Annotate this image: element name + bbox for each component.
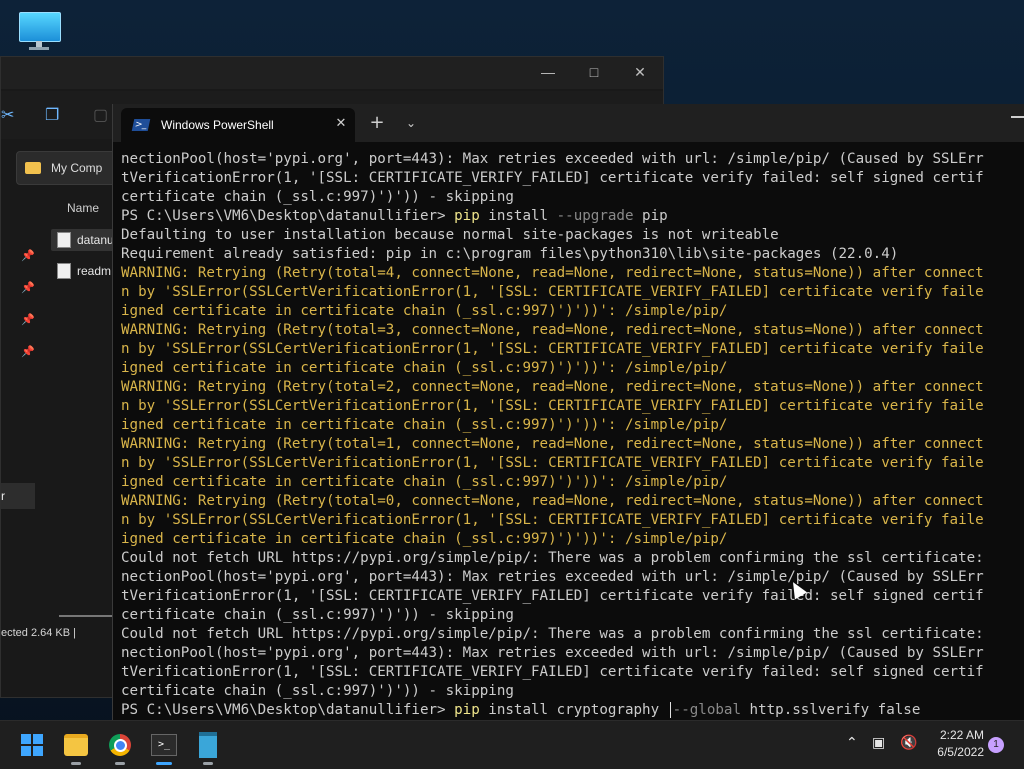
terminal-input-line[interactable]: PS C:\Users\VM6\Desktop\datanullifier> p… xyxy=(121,701,1024,720)
powershell-icon: >_ xyxy=(131,119,151,131)
windows-start-icon[interactable] xyxy=(14,727,50,763)
pin-icon[interactable]: 📌 xyxy=(21,345,35,358)
notepad-icon[interactable] xyxy=(190,727,226,765)
command-text: pip xyxy=(454,208,480,224)
terminal-icon[interactable]: >_ xyxy=(146,727,182,765)
terminal-warning-line: n by 'SSLError(SSLCertVerificationError(… xyxy=(121,512,984,528)
pin-icon[interactable]: 📌 xyxy=(21,281,35,294)
terminal-warning-line: igned certificate in certificate chain (… xyxy=(121,417,728,433)
terminal-output-line: certificate chain (_ssl.c:997)')')) - sk… xyxy=(121,683,514,699)
terminal-prompt-line: PS C:\Users\VM6\Desktop\datanullifier> p… xyxy=(121,207,1024,226)
close-icon[interactable]: ✕ xyxy=(617,57,663,87)
this-pc-icon[interactable] xyxy=(17,10,61,50)
tab-windows-powershell[interactable]: >_ Windows PowerShell ✕ xyxy=(121,108,355,142)
file-icon xyxy=(57,232,71,248)
prompt-text: PS C:\Users\VM6\Desktop\datanullifier> xyxy=(121,208,455,224)
terminal-output-line: certificate chain (_ssl.c:997)')')) - sk… xyxy=(121,189,514,205)
terminal-output-line: nectionPool(host='pypi.org', port=443): … xyxy=(121,151,984,167)
terminal-output-line: tVerificationError(1, '[SSL: CERTIFICATE… xyxy=(121,664,984,680)
command-text: pip xyxy=(454,702,480,718)
terminal-output-line: Could not fetch URL https://pypi.org/sim… xyxy=(121,626,984,642)
terminal-warning-line: WARNING: Retrying (Retry(total=4, connec… xyxy=(121,265,984,281)
cut-icon[interactable]: ✂ xyxy=(1,105,21,125)
prompt-text: PS C:\Users\VM6\Desktop\datanullifier> xyxy=(121,702,455,718)
command-parameter: --upgrade xyxy=(556,208,634,224)
pin-icon[interactable]: 📌 xyxy=(21,313,35,326)
terminal-output[interactable]: nectionPool(host='pypi.org', port=443): … xyxy=(121,150,1024,720)
terminal-output-line: tVerificationError(1, '[SSL: CERTIFICATE… xyxy=(121,170,984,186)
terminal-output-line: Defaulting to user installation because … xyxy=(121,227,779,243)
tab-title: Windows PowerShell xyxy=(161,118,274,132)
terminal-tab-bar: >_ Windows PowerShell ✕ + ⌄ xyxy=(113,104,1024,142)
minimize-icon[interactable] xyxy=(1011,116,1024,118)
command-parameter: --global xyxy=(672,702,742,718)
minimize-icon[interactable]: — xyxy=(525,57,571,87)
terminal-warning-line: WARNING: Retrying (Retry(total=1, connec… xyxy=(121,436,984,452)
horizontal-scrollbar[interactable] xyxy=(59,615,119,617)
file-item[interactable]: datanu xyxy=(51,229,121,251)
terminal-window[interactable]: >_ Windows PowerShell ✕ + ⌄ nectionPool(… xyxy=(112,104,1024,720)
taskbar: >_ ⌃ ▣ 🔇 2:22 AM 6/5/2022 1 xyxy=(0,720,1024,769)
terminal-warning-line: n by 'SSLError(SSLCertVerificationError(… xyxy=(121,284,984,300)
terminal-warning-line: WARNING: Retrying (Retry(total=2, connec… xyxy=(121,379,984,395)
file-explorer-icon[interactable] xyxy=(58,727,94,765)
file-item[interactable]: readm xyxy=(51,260,111,282)
terminal-warning-line: WARNING: Retrying (Retry(total=0, connec… xyxy=(121,493,984,509)
text-cursor xyxy=(669,702,671,718)
command-args: http.sslverify false xyxy=(741,702,921,718)
terminal-output-line: tVerificationError(1, '[SSL: CERTIFICATE… xyxy=(121,588,984,604)
terminal-warning-line: igned certificate in certificate chain (… xyxy=(121,531,728,547)
command-args: install cryptography xyxy=(479,702,668,718)
paste-icon[interactable]: ▢ xyxy=(93,105,113,125)
new-tab-icon[interactable]: + xyxy=(367,113,387,133)
folder-icon xyxy=(25,162,41,174)
column-header-name[interactable]: Name xyxy=(67,201,99,215)
status-bar-text: ected 2.64 KB | xyxy=(1,627,77,639)
address-text: My Comp xyxy=(51,161,103,175)
chevron-down-icon[interactable]: ⌄ xyxy=(401,113,421,133)
terminal-warning-line: n by 'SSLError(SSLCertVerificationError(… xyxy=(121,398,984,414)
chevron-up-icon[interactable]: ⌃ xyxy=(846,735,858,751)
file-name: readm xyxy=(77,264,112,278)
terminal-output-line: certificate chain (_ssl.c:997)')')) - sk… xyxy=(121,607,514,623)
terminal-output-line: Requirement already satisfied: pip in c:… xyxy=(121,246,899,262)
notification-badge[interactable]: 1 xyxy=(988,737,1004,753)
maximize-icon[interactable]: □ xyxy=(571,57,617,87)
file-name: datanu xyxy=(77,233,114,247)
terminal-warning-line: n by 'SSLError(SSLCertVerificationError(… xyxy=(121,341,984,357)
sidebar-selected-item[interactable]: r xyxy=(1,483,35,509)
terminal-output-line: nectionPool(host='pypi.org', port=443): … xyxy=(121,645,984,661)
terminal-warning-line: igned certificate in certificate chain (… xyxy=(121,303,728,319)
terminal-output-line: nectionPool(host='pypi.org', port=443): … xyxy=(121,569,984,585)
sidebar-item-label: r xyxy=(1,489,5,503)
clock-date: 6/5/2022 xyxy=(937,745,984,759)
terminal-output-line: Could not fetch URL https://pypi.org/sim… xyxy=(121,550,984,566)
pin-icon[interactable]: 📌 xyxy=(21,249,35,262)
terminal-warning-line: WARNING: Retrying (Retry(total=3, connec… xyxy=(121,322,984,338)
text-file-icon xyxy=(57,263,71,279)
clock[interactable]: 2:22 AM 6/5/2022 xyxy=(924,727,984,761)
command-args: install xyxy=(479,208,557,224)
terminal-warning-line: igned certificate in certificate chain (… xyxy=(121,360,728,376)
copy-icon[interactable]: ❐ xyxy=(45,105,65,125)
explorer-titlebar[interactable]: — □ ✕ xyxy=(1,57,663,89)
clock-time: 2:22 AM xyxy=(939,728,984,742)
command-args: pip xyxy=(633,208,668,224)
close-tab-icon[interactable]: ✕ xyxy=(333,116,349,132)
terminal-warning-line: igned certificate in certificate chain (… xyxy=(121,474,728,490)
network-icon[interactable]: ▣ xyxy=(872,735,885,751)
volume-muted-icon[interactable]: 🔇 xyxy=(900,735,917,751)
terminal-warning-line: n by 'SSLError(SSLCertVerificationError(… xyxy=(121,455,984,471)
chrome-icon[interactable] xyxy=(102,727,138,765)
